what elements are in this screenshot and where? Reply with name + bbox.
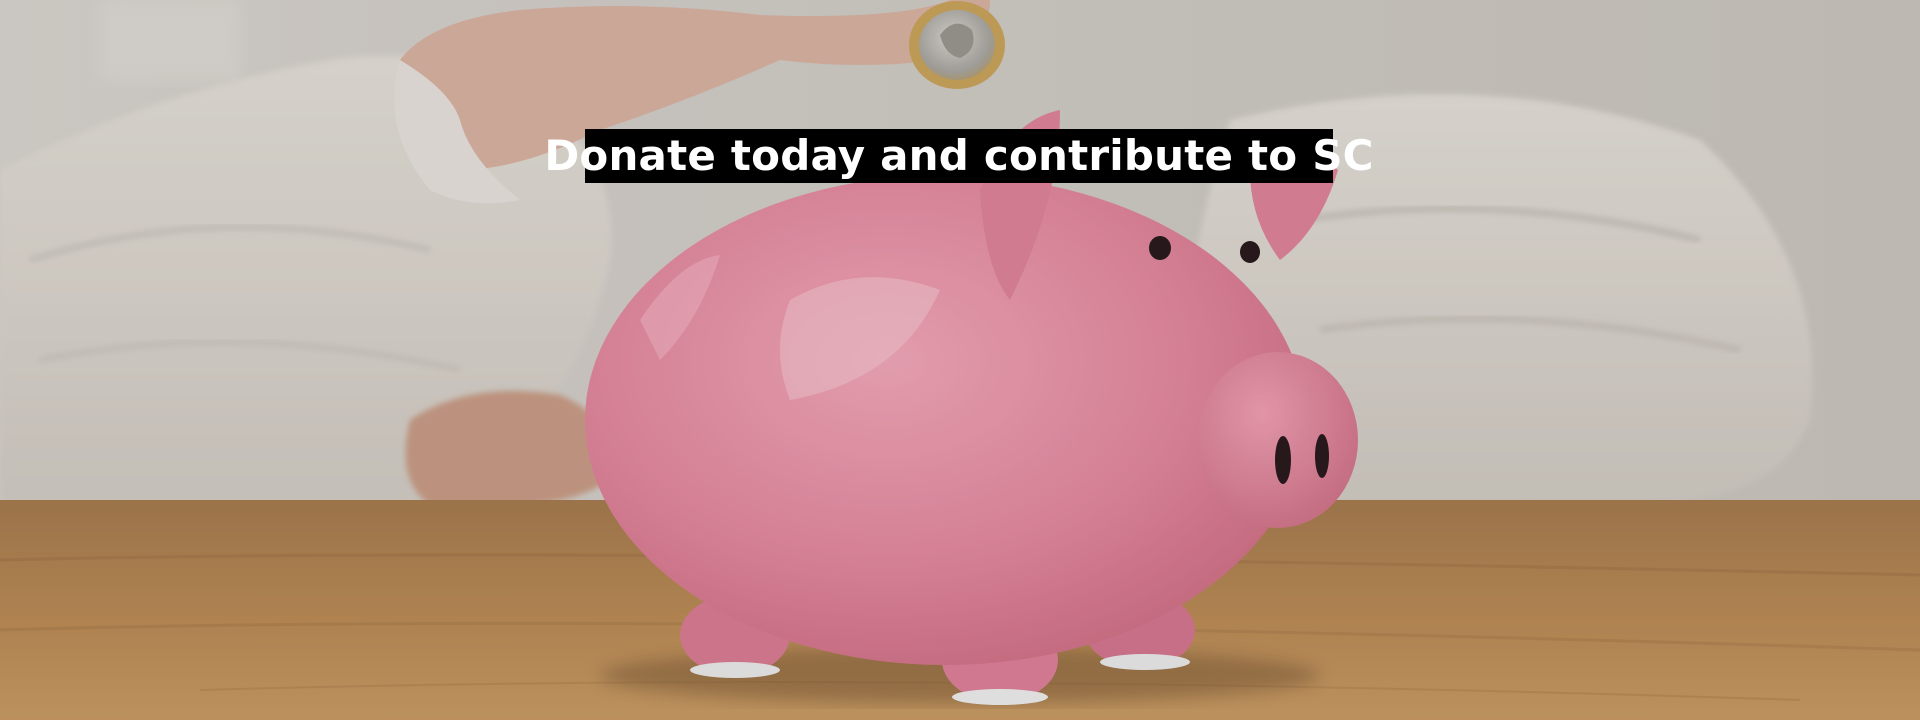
caption-text: Donate today and contribute to SC	[544, 131, 1374, 180]
caption-banner: Donate today and contribute to SC	[544, 129, 1373, 183]
hero-banner: Donate today and contribute to SC	[0, 0, 1920, 720]
piggy-bank-photo	[0, 0, 1920, 720]
